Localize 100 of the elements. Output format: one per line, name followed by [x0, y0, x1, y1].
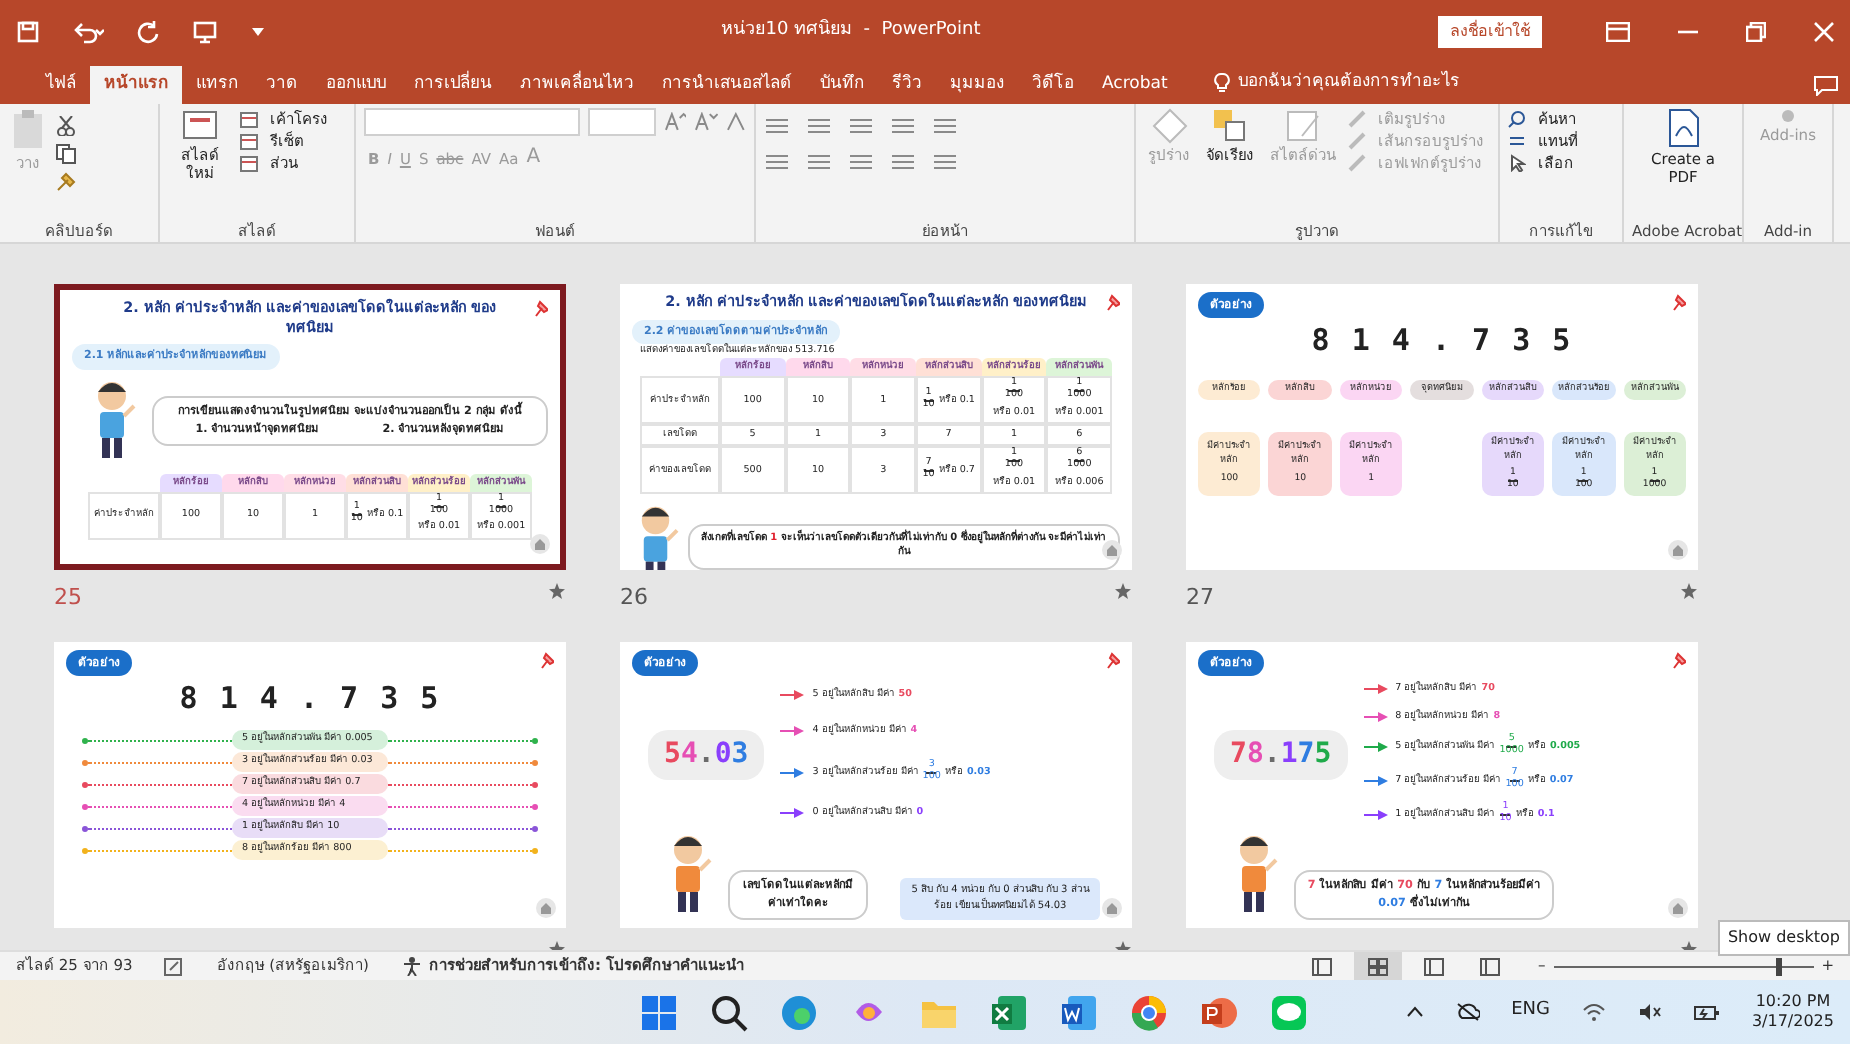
bullets-icon[interactable]	[764, 116, 790, 136]
browser-profile-icon[interactable]	[1130, 993, 1168, 1031]
increase-indent-icon[interactable]	[890, 116, 916, 136]
home-button-icon[interactable]	[1102, 540, 1122, 560]
sign-in-button[interactable]: ลงชื่อเข้าใช้	[1438, 16, 1542, 48]
slide-sorter-view-icon[interactable]	[1353, 951, 1402, 981]
layout-icon[interactable]	[240, 111, 258, 127]
spreadsheet-icon[interactable]	[990, 993, 1028, 1031]
ribbon-tab[interactable]: การนำเสนอสไลด์	[648, 66, 806, 104]
brush-icon[interactable]	[56, 172, 76, 192]
notes-icon[interactable]	[164, 957, 185, 975]
ribbon-tab[interactable]: วิดีโอ	[1018, 66, 1088, 104]
leader-line	[388, 849, 532, 851]
pdf-document-icon[interactable]	[1667, 108, 1699, 148]
cloud-icon[interactable]	[1455, 1002, 1480, 1022]
presentation-icon[interactable]	[192, 20, 220, 44]
animation-star-icon[interactable]	[548, 582, 566, 600]
leader-line	[88, 827, 232, 829]
increase-font-size-icon[interactable]	[663, 112, 687, 132]
animation-star-icon[interactable]	[1680, 582, 1698, 600]
battery-icon[interactable]	[1693, 1003, 1720, 1021]
arrange-icon[interactable]	[1212, 108, 1248, 144]
close-icon[interactable]	[1814, 22, 1834, 42]
ribbon-tab[interactable]: Acrobat	[1088, 66, 1182, 104]
dot-icon	[532, 737, 538, 743]
input-language[interactable]: ENG	[1511, 998, 1550, 1026]
browser-icon[interactable]	[780, 993, 818, 1031]
ribbon-tab[interactable]: บันทึก	[806, 66, 878, 104]
leader-line	[388, 783, 532, 785]
presentation-app-icon[interactable]	[1200, 993, 1238, 1031]
accessibility-icon[interactable]	[401, 956, 421, 976]
decrease-font-size-icon[interactable]	[694, 112, 719, 132]
search-icon[interactable]	[710, 993, 748, 1031]
line-spacing-icon[interactable]	[932, 116, 958, 136]
ribbon-tab[interactable]: การเปลี่ยน	[400, 66, 506, 104]
slide-number: 25	[54, 582, 82, 614]
new-slide-icon[interactable]	[180, 108, 220, 144]
ribbon-tab[interactable]: รีวิว	[878, 66, 936, 104]
ribbon-tab[interactable]: หน้าแรก	[90, 66, 182, 104]
speaker-muted-icon[interactable]	[1637, 1002, 1662, 1022]
replace-icon[interactable]	[1508, 132, 1526, 150]
home-button-icon[interactable]	[1668, 898, 1688, 918]
window-title: หน่วย10 ทศนิยม - PowerPoint	[719, 18, 983, 45]
pin-icon	[1104, 652, 1120, 670]
align-right-icon[interactable]	[848, 152, 874, 172]
slide-thumbnail[interactable]	[54, 284, 566, 570]
ribbon-tab[interactable]: ไฟล์	[32, 66, 90, 104]
numbering-icon[interactable]	[806, 116, 832, 136]
leader-line	[88, 761, 232, 763]
home-button-icon[interactable]	[536, 898, 556, 918]
slide-thumbnail[interactable]	[620, 284, 1132, 570]
leader-line	[88, 739, 232, 741]
wifi-icon[interactable]	[1581, 1002, 1606, 1022]
home-button-icon[interactable]	[1102, 898, 1122, 918]
justify-icon[interactable]	[890, 152, 916, 172]
decrease-indent-icon[interactable]	[848, 116, 874, 136]
ribbon-tab[interactable]: มุมมอง	[936, 66, 1018, 104]
lightbulb-icon	[1213, 72, 1230, 95]
chevron-up-icon[interactable]	[1405, 1006, 1424, 1018]
redo-icon[interactable]	[136, 20, 160, 44]
restore-icon[interactable]	[1746, 22, 1766, 42]
pointer-icon[interactable]	[1508, 154, 1526, 172]
slide-thumbnail[interactable]	[620, 642, 1132, 928]
ribbon-tab[interactable]: ภาพเคลื่อนไหว	[506, 66, 648, 104]
number-display: 8 1 4 . 7 3 5	[177, 678, 443, 720]
search-icon[interactable]	[1508, 110, 1526, 128]
ribbon-tab[interactable]: วาด	[252, 66, 312, 104]
ribbon-tab[interactable]: แทรก	[182, 66, 252, 104]
zoom-slider-thumb[interactable]	[1776, 957, 1783, 975]
dropdown-icon[interactable]	[252, 26, 264, 38]
clear-formatting-icon[interactable]	[726, 112, 747, 132]
copy-icon[interactable]	[56, 144, 76, 164]
slide-thumbnail[interactable]	[1186, 284, 1698, 570]
comments-icon[interactable]	[1814, 76, 1838, 96]
clock[interactable]: 10:20 PM 3/17/2025	[1751, 992, 1834, 1032]
animation-star-icon[interactable]	[1114, 582, 1132, 600]
pin-icon	[1670, 294, 1686, 312]
font-size-field[interactable]	[588, 108, 656, 136]
align-center-icon[interactable]	[806, 152, 832, 172]
leader-line	[388, 761, 532, 763]
cut-icon[interactable]	[56, 116, 76, 136]
columns-icon[interactable]	[932, 152, 958, 172]
ribbon-display-icon[interactable]	[1606, 22, 1630, 42]
home-button-icon[interactable]	[530, 534, 550, 554]
home-button-icon[interactable]	[1668, 540, 1688, 560]
document-icon[interactable]	[1060, 993, 1098, 1031]
dot-icon	[532, 803, 538, 809]
font-name-field[interactable]	[364, 108, 581, 136]
layout-icon[interactable]	[240, 133, 258, 149]
grid-logo-icon[interactable]	[640, 993, 678, 1031]
leader-line	[88, 849, 232, 851]
ribbon-tab[interactable]: ออกแบบ	[312, 66, 400, 104]
layout-icon[interactable]	[240, 155, 258, 171]
leader-line	[388, 739, 532, 741]
slide-thumbnail[interactable]	[1186, 642, 1698, 928]
align-left-icon[interactable]	[764, 152, 790, 172]
tell-me-search[interactable]: บอกฉันว่าคุณต้องการทำอะไร	[1237, 70, 1460, 96]
leader-line	[88, 805, 232, 807]
save-icon[interactable]	[16, 20, 40, 44]
undo-icon[interactable]	[72, 20, 104, 44]
